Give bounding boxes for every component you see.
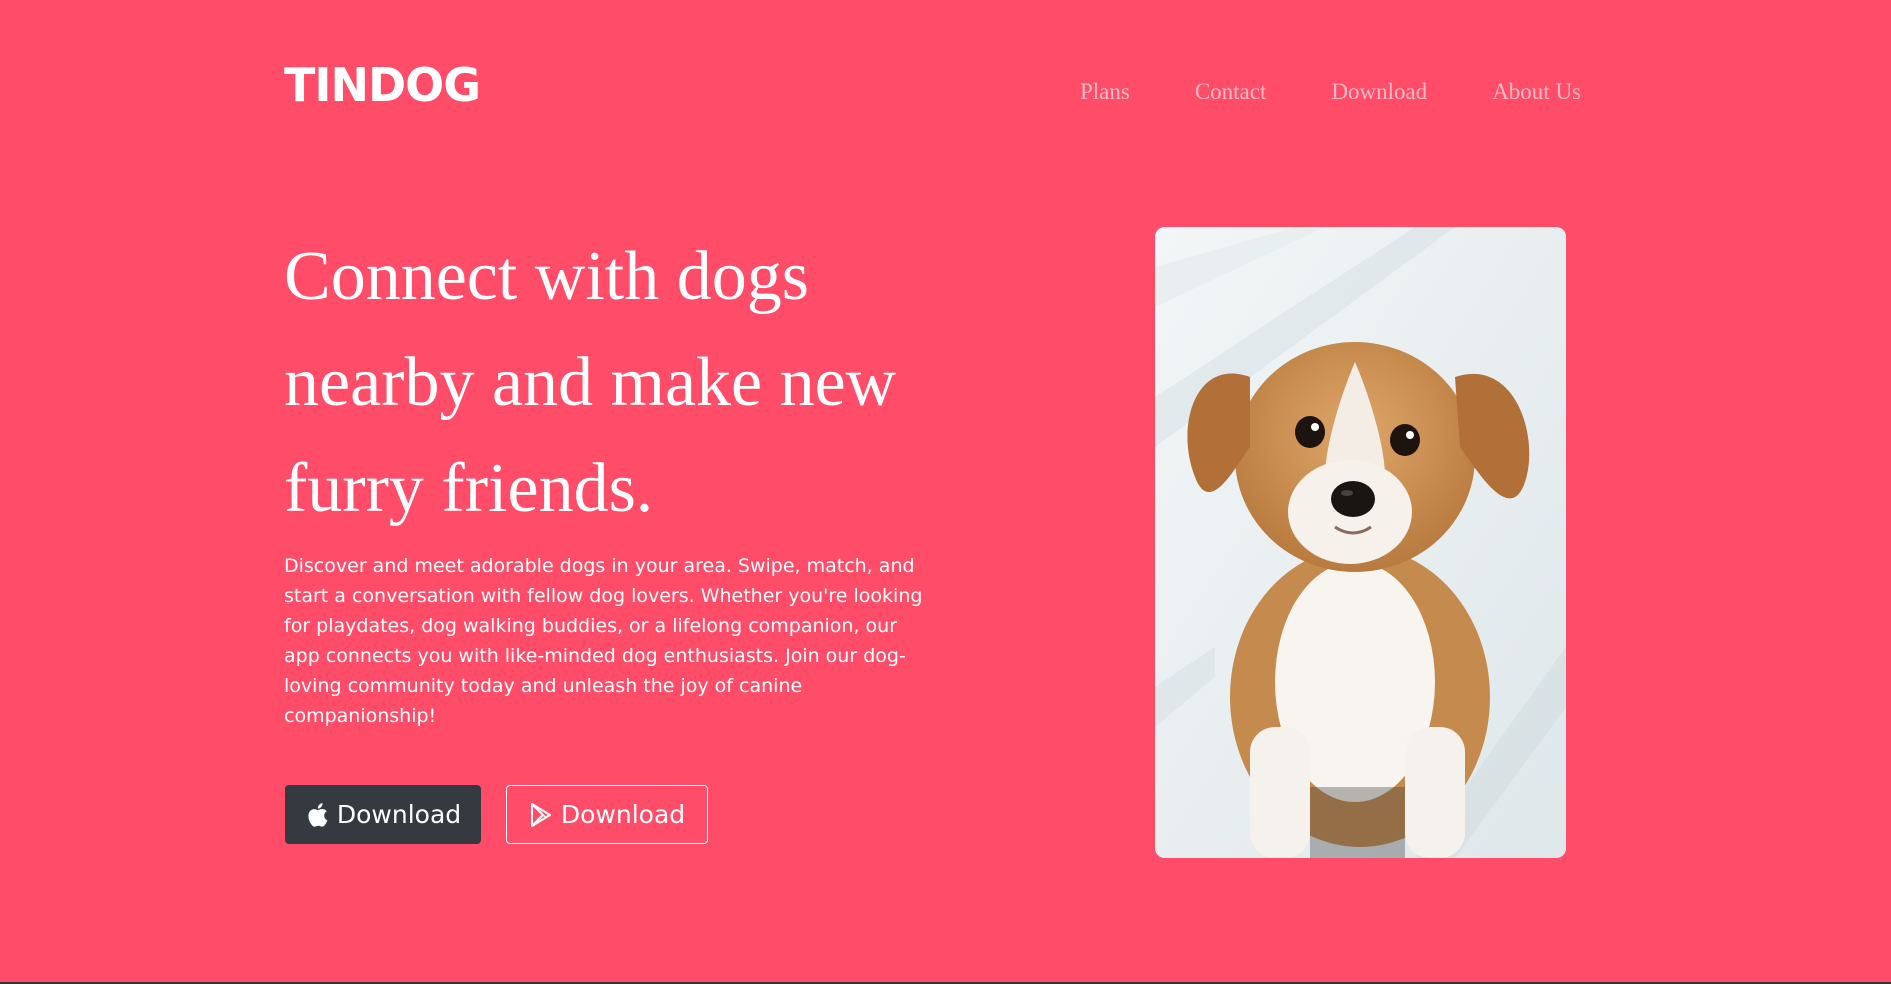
nav-link-contact[interactable]: Contact (1195, 80, 1267, 103)
hero-headline: Connect with dogs nearby and make new fu… (284, 238, 897, 527)
apple-icon (305, 802, 329, 828)
apple-download-button[interactable]: Download (285, 785, 481, 844)
nav-link-download[interactable]: Download (1331, 80, 1427, 103)
brand-logo[interactable]: TINDOG (284, 62, 481, 108)
hero-description: Discover and meet adorable dogs in your … (284, 555, 923, 727)
google-play-icon (529, 802, 553, 828)
nav-menu: Plans Contact Download About Us (1080, 80, 1581, 103)
puppy-image (1155, 227, 1566, 858)
google-play-download-label: Download (560, 800, 686, 829)
page: TINDOG Plans Contact Download About Us C… (0, 0, 1891, 984)
nav-link-plans[interactable]: Plans (1080, 80, 1130, 103)
nav-link-about-us[interactable]: About Us (1492, 80, 1581, 103)
google-play-download-button[interactable]: Download (506, 785, 708, 844)
apple-download-label: Download (336, 800, 462, 829)
